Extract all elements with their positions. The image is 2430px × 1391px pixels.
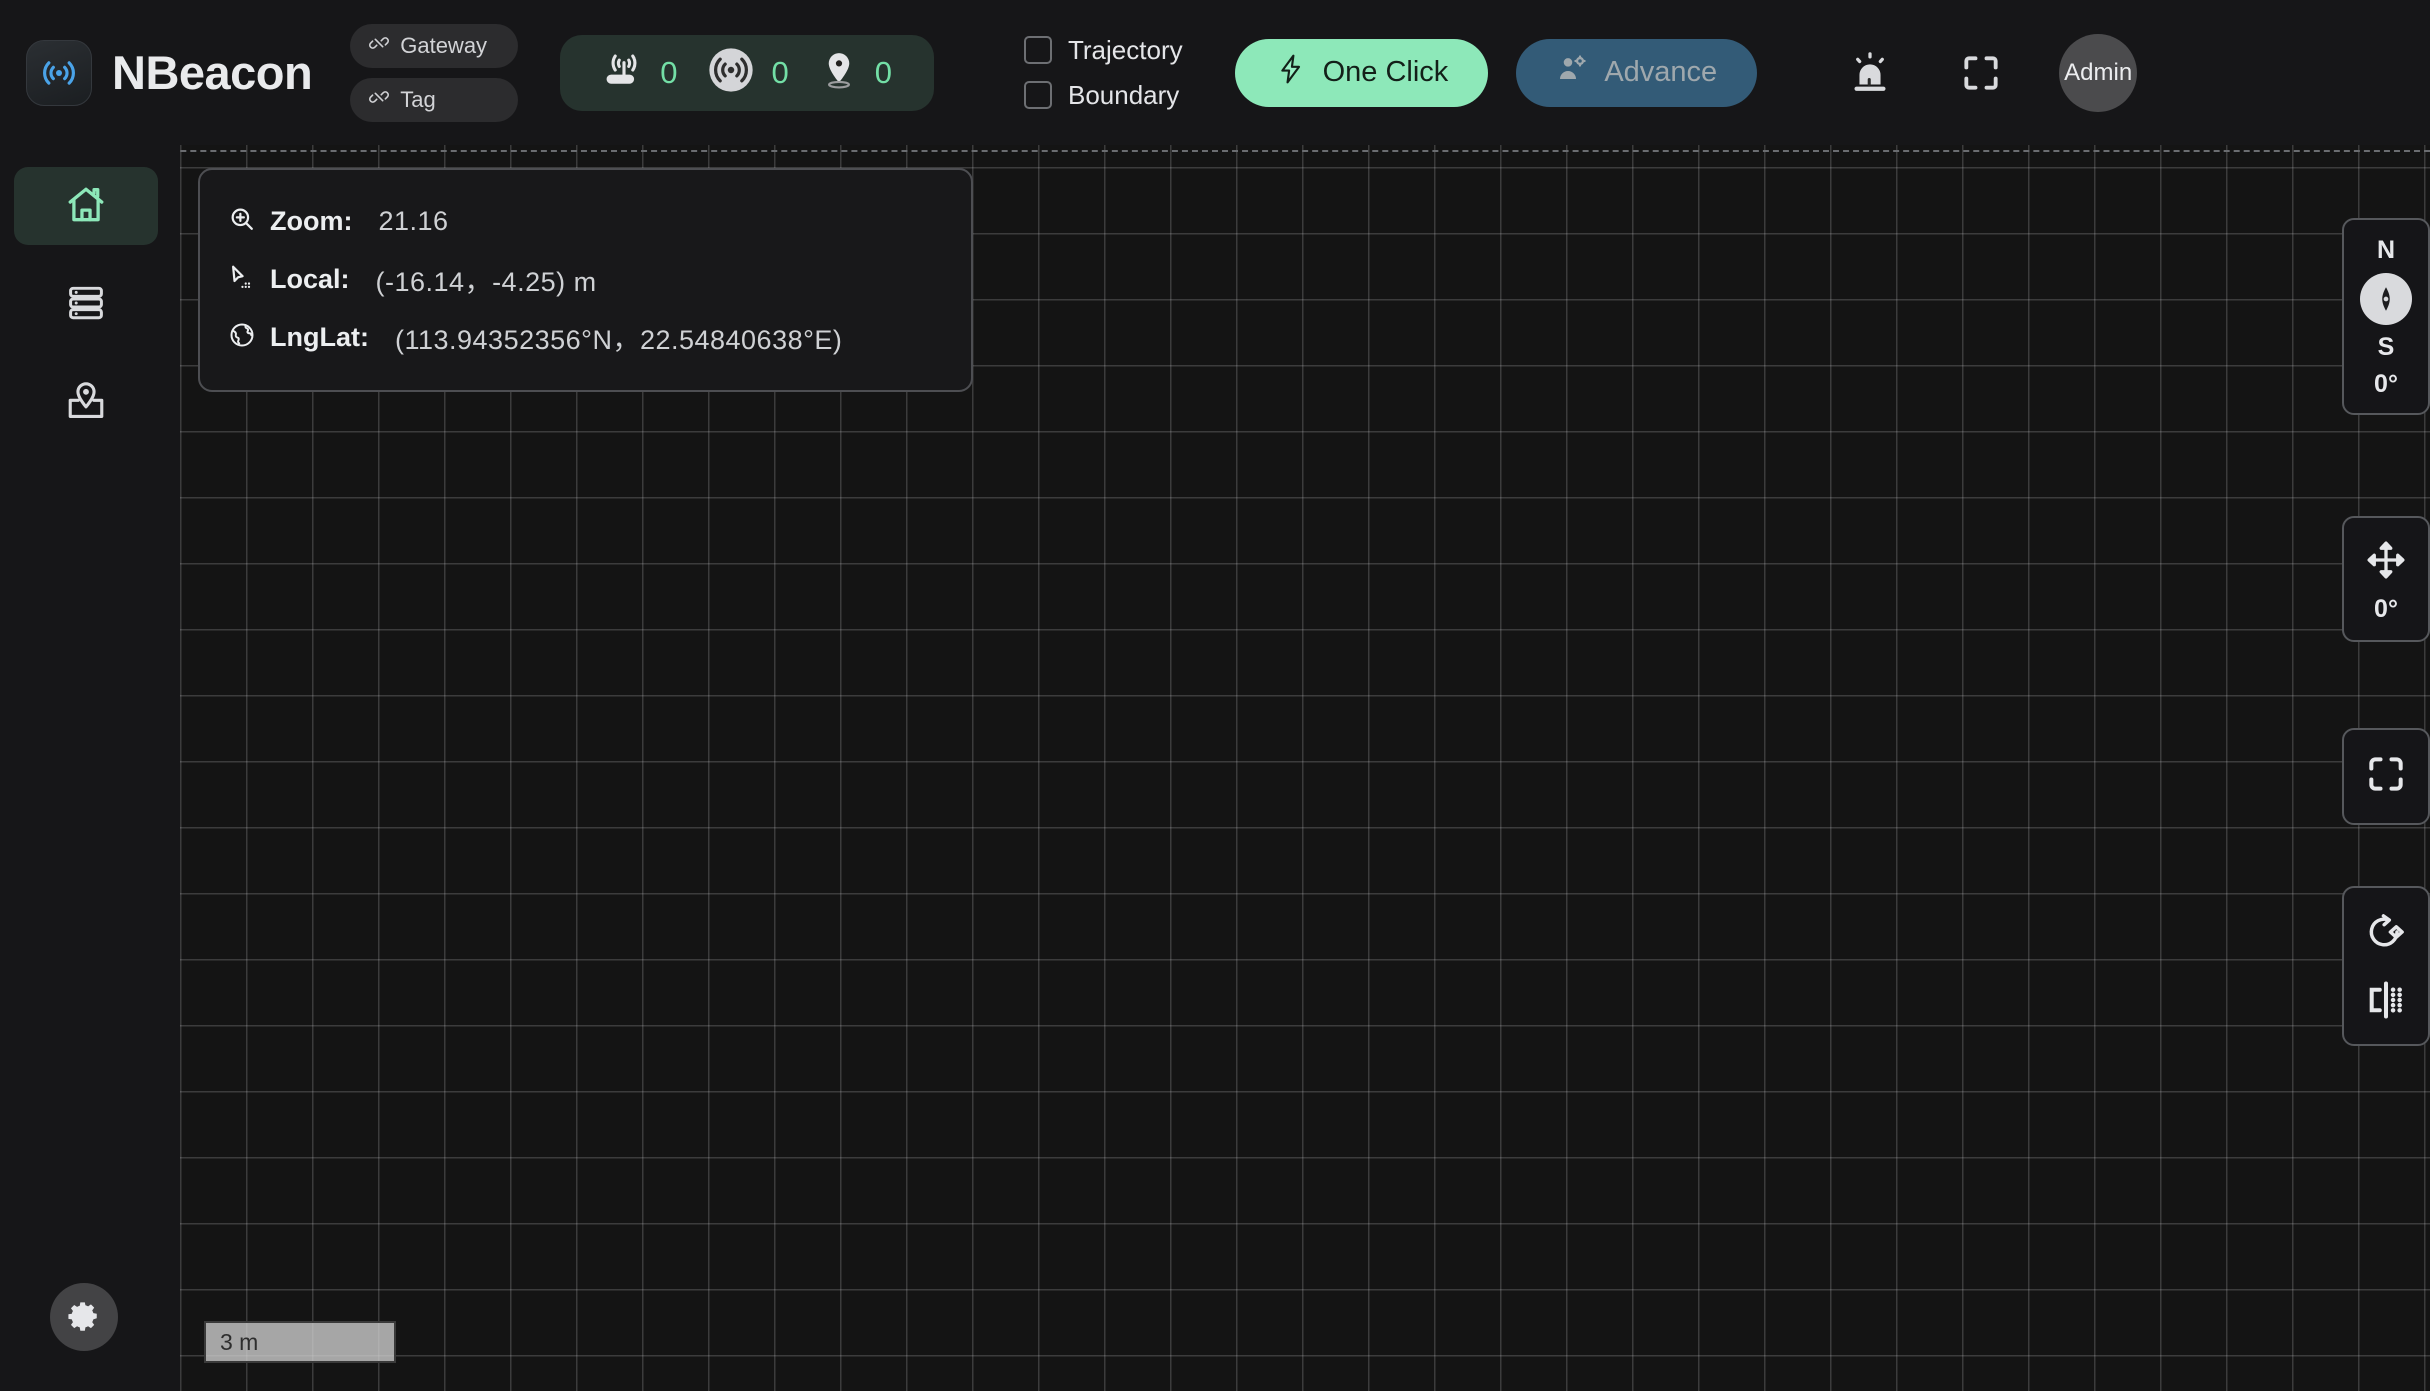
fit-screen-control[interactable] bbox=[2342, 728, 2430, 825]
counter-tag[interactable]: 0 bbox=[805, 48, 904, 97]
align-vertical-icon[interactable] bbox=[2364, 974, 2408, 1026]
sidebar-item-home[interactable] bbox=[14, 167, 158, 245]
map-info-panel: Zoom: 21.16 Local: (-16.14，-4.25) m LngL… bbox=[198, 168, 973, 392]
globe-icon bbox=[228, 321, 256, 354]
checkbox-trajectory-label: Trajectory bbox=[1067, 34, 1183, 65]
info-value-local: (-16.14，-4.25) m bbox=[375, 266, 597, 297]
app-root: NBeacon Gateway Tag 0 0 0 Trajectory Bou… bbox=[0, 0, 2430, 1391]
info-label-local: Local: bbox=[270, 263, 350, 294]
one-click-label: One Click bbox=[1322, 56, 1449, 88]
one-click-button[interactable]: One Click bbox=[1234, 38, 1489, 107]
info-label-zoom: Zoom: bbox=[270, 205, 353, 236]
move-arrows-icon[interactable] bbox=[2364, 538, 2408, 587]
info-row-lnglat: LngLat: (113.94352356°N，22.54840638°E) bbox=[228, 308, 943, 366]
gear-icon bbox=[67, 1299, 101, 1336]
checkbox-boundary-box[interactable] bbox=[1023, 81, 1052, 109]
map-location-icon bbox=[64, 379, 108, 426]
checkbox-trajectory[interactable]: Trajectory bbox=[1023, 34, 1183, 66]
fullscreen-icon[interactable] bbox=[1959, 51, 2003, 95]
map-tools-control[interactable] bbox=[2342, 886, 2430, 1046]
cursor-icon bbox=[228, 263, 256, 296]
compass-control[interactable]: N S 0° bbox=[2342, 218, 2430, 415]
sidebar bbox=[0, 145, 180, 1391]
avatar[interactable]: Admin bbox=[2059, 33, 2138, 112]
entity-chips: Gateway Tag bbox=[350, 23, 519, 122]
info-row-local: Local: (-16.14，-4.25) m bbox=[228, 250, 943, 308]
lightning-bolt-icon bbox=[1275, 53, 1307, 93]
counter-anchor[interactable]: 0 bbox=[693, 44, 800, 101]
checkbox-trajectory-box[interactable] bbox=[1023, 36, 1052, 64]
beacon-signal-icon bbox=[26, 39, 92, 106]
pan-control[interactable]: 0° bbox=[2342, 516, 2430, 642]
chip-gateway[interactable]: Gateway bbox=[350, 23, 519, 68]
device-counters: 0 0 0 bbox=[560, 34, 934, 111]
compass-angle-label: 0° bbox=[2374, 370, 2398, 398]
compass-needle-icon[interactable] bbox=[2360, 273, 2412, 325]
unlink-icon bbox=[368, 86, 390, 114]
alarm-light-icon[interactable] bbox=[1847, 50, 1893, 96]
advance-label: Advance bbox=[1604, 56, 1718, 88]
chip-gateway-label: Gateway bbox=[400, 32, 488, 58]
scale-bar-label: 3 m bbox=[220, 1328, 259, 1355]
sidebar-item-map[interactable] bbox=[14, 363, 158, 441]
compass-south-label: S bbox=[2377, 333, 2395, 361]
zoom-in-icon bbox=[228, 205, 256, 238]
router-icon bbox=[602, 48, 646, 97]
advance-button[interactable]: Advance bbox=[1516, 38, 1758, 107]
info-value-lnglat: (113.94352356°N，22.54840638°E) bbox=[394, 324, 843, 355]
info-label-lnglat: LngLat: bbox=[270, 321, 369, 352]
header-icon-group bbox=[1847, 50, 2003, 96]
chip-tag[interactable]: Tag bbox=[350, 77, 519, 122]
layer-toggles: Trajectory Boundary bbox=[1023, 34, 1183, 111]
anchor-signal-icon bbox=[705, 44, 757, 101]
brand: NBeacon bbox=[26, 39, 313, 106]
chip-tag-label: Tag bbox=[400, 86, 436, 112]
info-row-zoom: Zoom: 21.16 bbox=[228, 192, 943, 250]
compass-north-label: N bbox=[2376, 236, 2396, 264]
settings-button[interactable] bbox=[50, 1283, 118, 1351]
sidebar-item-devices[interactable] bbox=[14, 265, 158, 343]
rotate-shape-icon[interactable] bbox=[2364, 906, 2408, 958]
counter-tag-value: 0 bbox=[874, 54, 892, 90]
info-value-zoom: 21.16 bbox=[378, 205, 449, 236]
counter-gateway[interactable]: 0 bbox=[590, 48, 689, 97]
pan-angle-label: 0° bbox=[2374, 595, 2398, 623]
counter-gateway-value: 0 bbox=[660, 54, 678, 90]
checkbox-boundary-label: Boundary bbox=[1067, 79, 1180, 110]
fit-screen-icon[interactable] bbox=[2364, 752, 2408, 801]
checkbox-boundary[interactable]: Boundary bbox=[1023, 79, 1183, 111]
unlink-icon bbox=[368, 32, 390, 60]
home-icon bbox=[64, 183, 108, 230]
counter-anchor-value: 0 bbox=[771, 54, 789, 90]
map-pin-icon bbox=[817, 48, 861, 97]
user-gear-icon bbox=[1556, 53, 1588, 93]
avatar-label: Admin bbox=[2064, 58, 2133, 86]
page-title: NBeacon bbox=[112, 46, 313, 99]
map-top-divider bbox=[0, 150, 2430, 152]
app-header: NBeacon Gateway Tag 0 0 0 Trajectory Bou… bbox=[0, 0, 2430, 145]
scale-bar: 3 m bbox=[204, 1321, 396, 1363]
server-rack-icon bbox=[65, 282, 107, 327]
